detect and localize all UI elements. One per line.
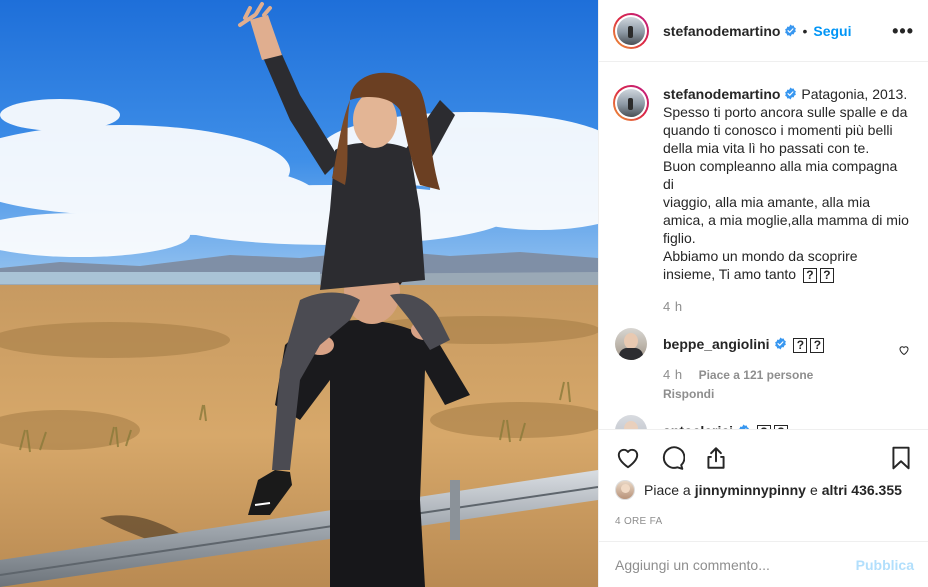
liker-avatar[interactable] — [615, 480, 635, 500]
likes-others[interactable]: altri 436.355 — [822, 482, 902, 498]
share-icon[interactable] — [703, 445, 729, 471]
action-bar — [599, 429, 928, 485]
caption-author-avatar[interactable] — [613, 85, 649, 121]
commenter-avatar[interactable] — [615, 328, 647, 360]
caption-line: amica, a mia moglie,alla mamma di mio — [663, 212, 909, 228]
comment-likes[interactable]: Piace a 121 persone — [699, 368, 814, 382]
caption-username[interactable]: stefanodemartino — [663, 86, 780, 102]
likes-conj: e — [809, 482, 818, 498]
caption-line: Patagonia, 2013. — [801, 86, 908, 102]
emoji-placeholder: ? — [793, 338, 808, 353]
emoji-placeholder: ? — [810, 338, 825, 353]
heart-icon[interactable] — [898, 344, 910, 356]
caption-time[interactable]: 4 h — [663, 299, 912, 314]
photo-illustration — [0, 0, 598, 587]
post-time[interactable]: 4 ORE FA — [615, 516, 662, 527]
more-options-icon[interactable]: ••• — [892, 22, 914, 40]
author-username[interactable]: stefanodemartino — [663, 23, 780, 39]
verified-badge-icon — [785, 87, 797, 100]
caption-line: della mia vita lì ho passati con te. — [663, 140, 870, 156]
comment-input[interactable] — [615, 556, 856, 573]
heart-icon[interactable] — [615, 445, 641, 471]
follow-button[interactable]: Segui — [813, 23, 851, 39]
caption-line: figlio. — [663, 230, 696, 246]
reply-button[interactable]: Rispondi — [663, 387, 903, 401]
caption-text: stefanodemartino Patagonia, 2013. Spesso… — [663, 85, 912, 283]
post-photo[interactable] — [0, 0, 598, 587]
emoji-placeholder: ? — [802, 268, 817, 283]
comments-list[interactable]: stefanodemartino Patagonia, 2013. Spesso… — [599, 63, 928, 429]
post-side-panel: stefanodemartino • Segui ••• stefanodema… — [598, 0, 928, 587]
caption-line: Abbiamo un mondo da scoprire — [663, 248, 858, 264]
caption-line: quando ti conosco i momenti più belli — [663, 122, 893, 138]
publish-button[interactable]: Pubblica — [856, 557, 914, 573]
add-comment-bar: Pubblica — [599, 541, 928, 587]
bookmark-icon[interactable] — [888, 445, 914, 471]
verified-badge-icon — [774, 337, 786, 350]
comment-icon[interactable] — [659, 445, 685, 471]
author-avatar[interactable] — [613, 12, 649, 49]
caption-line: Buon compleanno alla mia compagna di — [663, 158, 898, 192]
emoji-placeholder: ? — [819, 268, 834, 283]
comment-item: antoclerici ?? — [613, 415, 912, 429]
commenter-username[interactable]: beppe_angiolini — [663, 336, 770, 352]
caption: stefanodemartino Patagonia, 2013. Spesso… — [613, 85, 912, 283]
commenter-avatar[interactable] — [615, 415, 647, 429]
comment-item: beppe_angiolini ?? 4 h Piace a 121 perso… — [613, 328, 912, 401]
caption-line: insieme, Ti amo tanto — [663, 266, 797, 282]
verified-badge-icon — [785, 24, 797, 37]
header-separator: • — [802, 22, 808, 39]
comment-time[interactable]: 4 h — [663, 367, 683, 382]
likes-summary[interactable]: Piace a jinnyminnypinny e altri 436.355 — [615, 480, 906, 500]
post-header: stefanodemartino • Segui ••• — [599, 0, 928, 62]
likes-prefix: Piace a — [644, 482, 691, 498]
liker-username[interactable]: jinnyminnypinny — [695, 482, 806, 498]
caption-line: viaggio, alla mia amante, alla mia — [663, 194, 870, 210]
caption-line: Spesso ti porto ancora sulle spalle e da — [663, 104, 908, 120]
